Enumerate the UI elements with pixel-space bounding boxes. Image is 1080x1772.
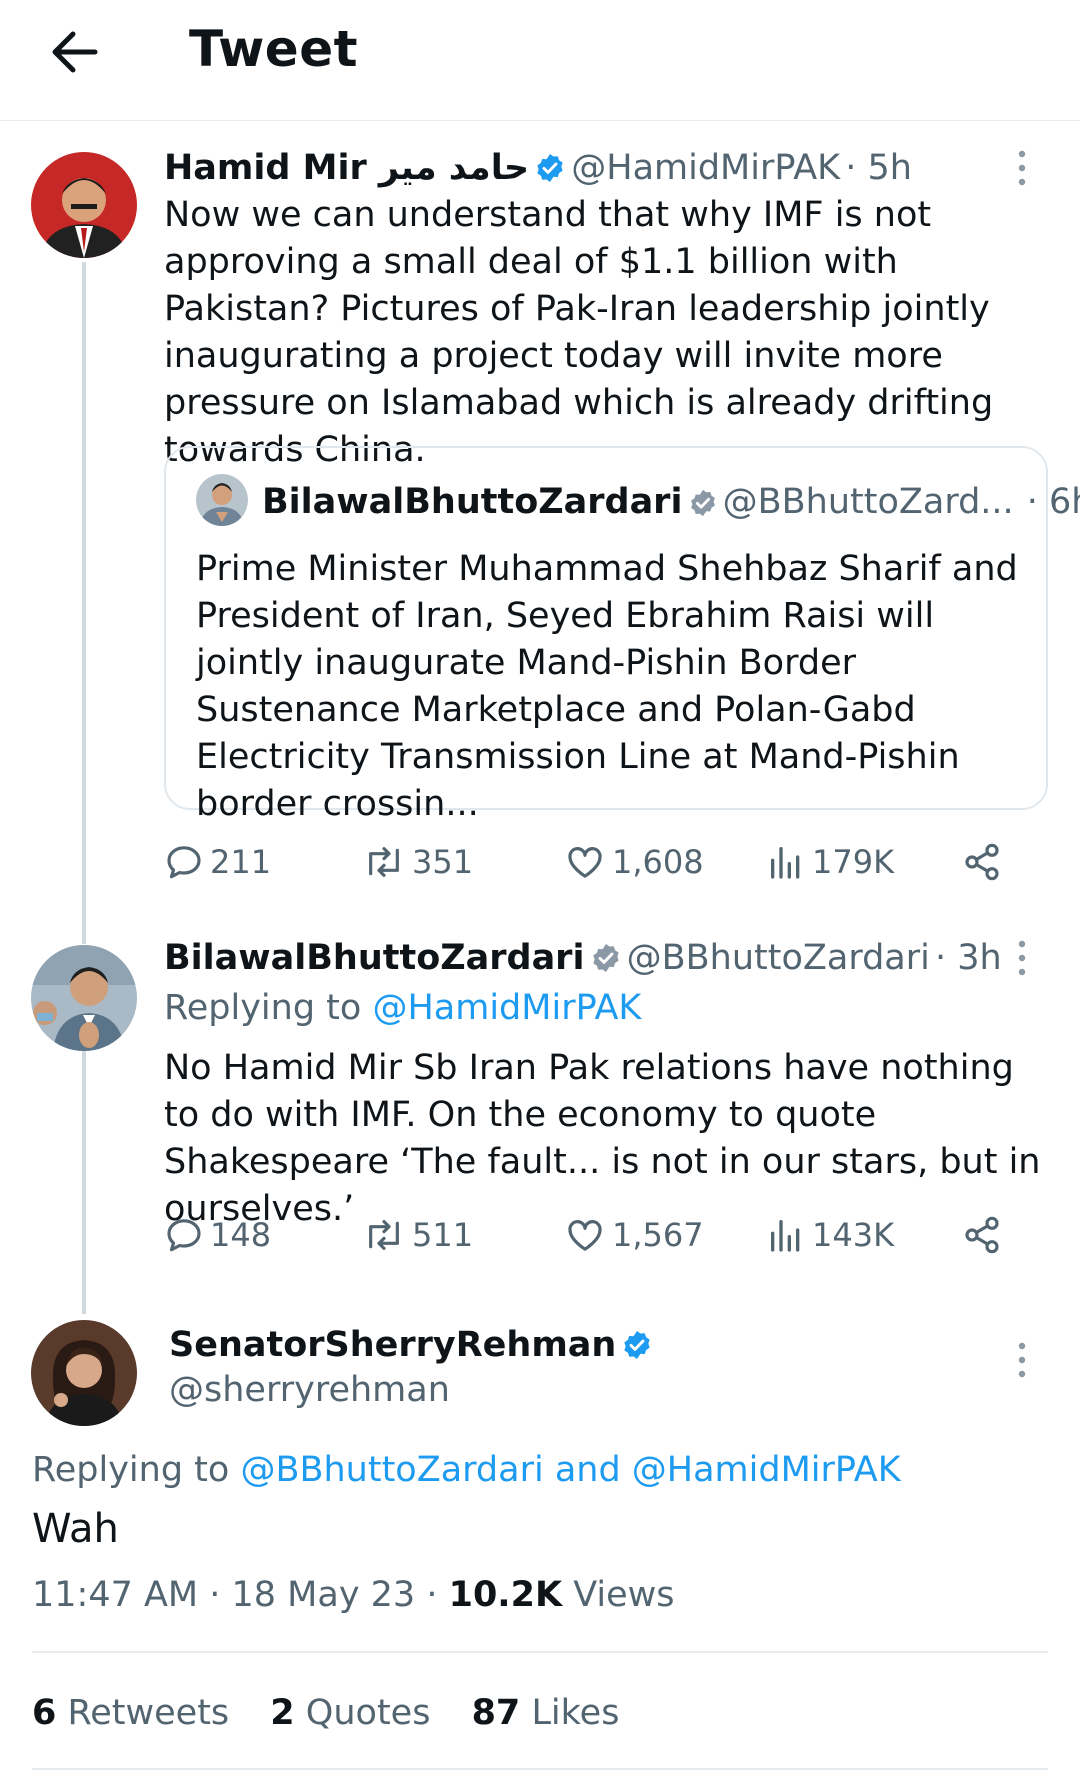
reply-count: 148	[210, 1216, 272, 1254]
reply-button[interactable]: 148	[164, 1213, 271, 1257]
quote-time: · 6h	[1026, 482, 1080, 522]
retweet-count: 511	[412, 1216, 474, 1254]
avatar[interactable]	[31, 945, 137, 1051]
tweet-header: SenatorSherryRehman	[169, 1325, 653, 1365]
retweet-icon	[369, 1220, 399, 1250]
replying-to-label: Replying to	[32, 1450, 230, 1490]
views-button[interactable]: 143K	[766, 1213, 894, 1257]
like-icon	[568, 1220, 602, 1251]
replying-to-link[interactable]: @HamidMirPAK	[372, 988, 641, 1028]
quote-author-handle: @BBhuttoZard...	[722, 482, 1014, 522]
author-name[interactable]: BilawalBhuttoZardari	[164, 938, 584, 978]
quotes-stat[interactable]: 2 Quotes	[270, 1693, 430, 1733]
replying-to: Replying to @HamidMirPAK	[164, 988, 641, 1028]
share-icon	[965, 1216, 999, 1254]
author-handle[interactable]: @BBhuttoZardari	[627, 938, 930, 978]
like-button[interactable]: 1,608	[564, 840, 704, 884]
engagement-stats: 6 Retweets 2 Quotes 87 Likes	[32, 1693, 619, 1733]
author-handle[interactable]: @HamidMirPAK	[571, 148, 840, 188]
page-title: Tweet	[189, 20, 359, 78]
more-icon[interactable]	[1012, 938, 1032, 978]
share-button[interactable]	[962, 840, 1008, 884]
replying-to-label: Replying to	[164, 988, 362, 1028]
retweet-button[interactable]: 351	[362, 840, 473, 884]
view-count: 143K	[812, 1216, 895, 1254]
top-bar: Tweet	[0, 0, 1080, 121]
quote-author-name: BilawalBhuttoZardari	[262, 482, 683, 522]
verified-badge-icon	[624, 1331, 651, 1359]
quotes-label: Quotes	[305, 1693, 431, 1733]
tweet-header: BilawalBhuttoZardari @BBhuttoZardari · 3…	[164, 938, 1002, 978]
views-icon	[771, 1220, 800, 1252]
quote-tweet-card[interactable]: BilawalBhuttoZardari @BBhuttoZard... · 6…	[164, 446, 1080, 824]
likes-label: Likes	[531, 1693, 620, 1733]
share-button[interactable]	[962, 1213, 1008, 1257]
reply-count: 211	[210, 843, 272, 881]
retweet-count: 351	[412, 843, 474, 881]
views-label: Views	[573, 1575, 675, 1615]
reply-icon	[167, 1219, 201, 1252]
views-button[interactable]: 179K	[766, 840, 894, 884]
like-button[interactable]: 1,567	[564, 1213, 704, 1257]
author-name[interactable]: SenatorSherryRehman	[169, 1325, 616, 1365]
retweet-icon	[369, 847, 399, 877]
divider	[32, 1768, 1048, 1770]
view-count: 179K	[812, 843, 895, 881]
quote-text: Prime Minister Muhammad Shehbaz Sharif a…	[196, 549, 1018, 824]
tweet-time: · 5h	[845, 148, 912, 188]
author-handle[interactable]: @sherryrehman	[169, 1370, 450, 1410]
like-icon	[568, 847, 602, 878]
avatar	[196, 474, 248, 526]
author-name[interactable]: Hamid Mir حامد میر	[164, 148, 529, 188]
like-count: 1,608	[612, 843, 704, 881]
quote-header: BilawalBhuttoZardari @BBhuttoZard... · 6…	[262, 482, 1080, 522]
tweet-text: No Hamid Mir Sb Iran Pak relations have …	[164, 1048, 1041, 1229]
views-count: 10.2K	[448, 1575, 563, 1615]
verified-badge-icon	[592, 944, 619, 972]
retweets-count: 6	[32, 1693, 57, 1733]
likes-count: 87	[471, 1693, 521, 1733]
replying-to: Replying to @BBhuttoZardari and @HamidMi…	[32, 1450, 901, 1490]
tweet-meta: 11:47 AM · 18 May 23 · 10.2K Views	[32, 1575, 675, 1615]
replying-to-link[interactable]: @BBhuttoZardari and @HamidMirPAK	[240, 1450, 900, 1490]
reply-icon	[167, 846, 201, 879]
avatar[interactable]	[31, 152, 137, 258]
divider	[32, 1651, 1048, 1653]
verified-badge-icon	[690, 489, 715, 517]
back-arrow-icon[interactable]	[45, 24, 105, 80]
avatar[interactable]	[31, 1320, 137, 1426]
retweets-stat[interactable]: 6 Retweets	[32, 1693, 229, 1733]
likes-stat[interactable]: 87 Likes	[472, 1693, 620, 1733]
retweet-button[interactable]: 511	[362, 1213, 473, 1257]
share-icon	[965, 843, 999, 881]
tweet-text: Wah	[32, 1506, 119, 1552]
like-count: 1,567	[612, 1216, 704, 1254]
quotes-count: 2	[270, 1693, 295, 1733]
tweet-header: Hamid Mir حامد میر @HamidMirPAK · 5h	[164, 148, 912, 188]
reply-button[interactable]: 211	[164, 840, 271, 884]
retweets-label: Retweets	[67, 1693, 230, 1733]
thread-line	[82, 262, 86, 944]
verified-badge-icon	[537, 154, 563, 182]
views-icon	[771, 847, 800, 879]
more-icon[interactable]	[1012, 1340, 1032, 1380]
tweet-timestamp[interactable]: 11:47 AM · 18 May 23 ·	[32, 1575, 437, 1615]
more-icon[interactable]	[1012, 148, 1032, 188]
tweet-time: · 3h	[934, 938, 1002, 978]
thread-line	[82, 1050, 86, 1314]
tweet-text: Now we can understand that why IMF is no…	[164, 195, 994, 470]
